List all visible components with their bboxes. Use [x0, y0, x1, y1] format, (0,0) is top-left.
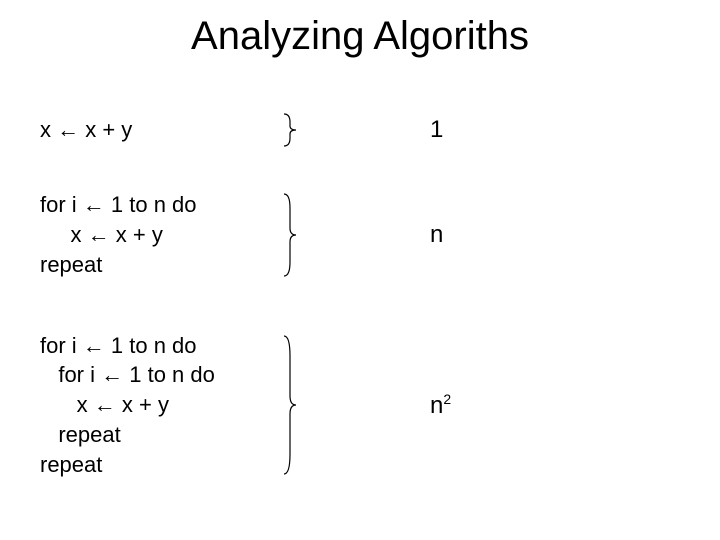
page-title: Analyzing Algoriths	[0, 14, 720, 59]
slide: Analyzing Algoriths x ← x + y 1 for i ← …	[0, 0, 720, 540]
brace-icon	[280, 190, 340, 280]
block-3: for i ← 1 to n do for i ← 1 to n do x ← …	[40, 325, 680, 485]
code-block-1: x ← x + y	[40, 115, 280, 145]
code-block-3: for i ← 1 to n do for i ← 1 to n do x ← …	[40, 331, 280, 479]
complexity-2: n	[340, 221, 610, 249]
complexity-3-base: n	[430, 392, 443, 419]
complexity-3-exp: 2	[443, 391, 451, 407]
block-1: x ← x + y 1	[40, 110, 680, 150]
brace-icon	[280, 330, 340, 480]
code-block-2: for i ← 1 to n do x ← x + y repeat	[40, 190, 280, 279]
block-2: for i ← 1 to n do x ← x + y repeat n	[40, 185, 680, 285]
brace-icon	[280, 112, 340, 148]
complexity-1: 1	[340, 116, 610, 144]
complexity-3: n2	[340, 391, 610, 420]
